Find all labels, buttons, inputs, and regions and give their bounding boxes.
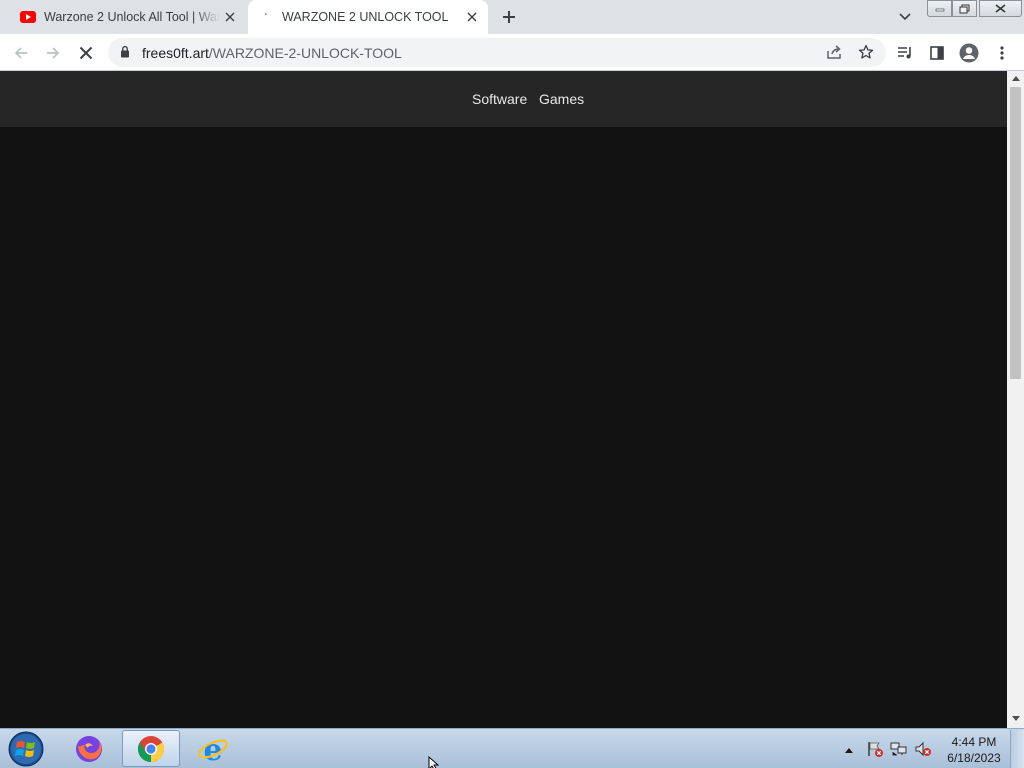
- new-tab-button[interactable]: [497, 5, 521, 29]
- clock-date: 6/18/2023: [947, 751, 1001, 765]
- tab-title: WARZONE 2 UNLOCK TOOL: [282, 10, 449, 24]
- nav-link-games[interactable]: Games: [539, 91, 584, 107]
- loading-icon: ‘: [264, 10, 268, 24]
- show-hidden-icons-icon[interactable]: [844, 741, 854, 759]
- site-navigation-bar: Software Games: [0, 71, 1007, 127]
- chrome-icon[interactable]: [122, 730, 180, 767]
- tab-youtube[interactable]: Warzone 2 Unlock All Tool | Warzone: [8, 0, 246, 34]
- close-tab-icon[interactable]: [462, 7, 482, 27]
- nav-link-software[interactable]: Software: [472, 91, 527, 107]
- bookmark-star-icon[interactable]: [853, 39, 879, 65]
- volume-muted-icon[interactable]: [914, 740, 932, 758]
- page-scrollbar[interactable]: [1007, 71, 1024, 728]
- close-tab-icon[interactable]: [220, 7, 240, 27]
- address-bar[interactable]: frees0ft.art/WARZONE-2-UNLOCK-TOOL: [108, 38, 886, 67]
- menu-kebab-icon[interactable]: [989, 40, 1015, 66]
- tab-strip: Warzone 2 Unlock All Tool | Warzone ‘ WA…: [0, 0, 1024, 34]
- show-desktop-button[interactable]: [1010, 730, 1024, 768]
- scroll-thumb[interactable]: [1010, 87, 1021, 379]
- firefox-icon[interactable]: [60, 730, 118, 767]
- tab-title: Warzone 2 Unlock All Tool | Warzone: [44, 10, 220, 24]
- page-viewport: Software Games: [0, 71, 1007, 728]
- scroll-down-arrow-icon[interactable]: [1010, 713, 1021, 724]
- mouse-pointer-icon: [428, 755, 440, 768]
- internet-explorer-icon[interactable]: e: [184, 730, 242, 767]
- forward-button[interactable]: [40, 40, 66, 66]
- lock-icon[interactable]: [120, 45, 130, 63]
- url-host: frees0ft.art: [142, 45, 209, 61]
- close-window-button[interactable]: [979, 0, 1022, 17]
- side-panel-icon[interactable]: [924, 40, 950, 66]
- profile-avatar[interactable]: [956, 40, 982, 66]
- system-clock[interactable]: 4:44 PM 6/18/2023: [936, 734, 1012, 766]
- url-text: frees0ft.art/WARZONE-2-UNLOCK-TOOL: [142, 45, 402, 61]
- svg-text:e: e: [203, 734, 222, 764]
- share-icon[interactable]: [821, 39, 847, 65]
- restore-button[interactable]: [952, 0, 977, 17]
- scroll-up-arrow-icon[interactable]: [1010, 73, 1021, 84]
- browser-toolbar: frees0ft.art/WARZONE-2-UNLOCK-TOOL: [0, 34, 1024, 71]
- tab-search-icon[interactable]: [894, 6, 916, 28]
- clock-time: 4:44 PM: [951, 735, 997, 749]
- url-path: /WARZONE-2-UNLOCK-TOOL: [208, 45, 402, 61]
- media-controls-icon[interactable]: [892, 40, 918, 66]
- start-button[interactable]: [6, 730, 46, 768]
- network-icon[interactable]: [890, 740, 908, 758]
- taskbar: e 4:44 PM 6/18/2023: [0, 728, 1024, 768]
- back-button[interactable]: [8, 40, 34, 66]
- minimize-button[interactable]: [927, 0, 952, 17]
- stop-loading-button[interactable]: [73, 40, 99, 66]
- action-center-flag-icon[interactable]: [866, 740, 884, 758]
- youtube-icon: [20, 11, 36, 23]
- tab-warzone-unlock-tool[interactable]: ‘ WARZONE 2 UNLOCK TOOL: [248, 0, 488, 34]
- window-controls: [927, 0, 1022, 18]
